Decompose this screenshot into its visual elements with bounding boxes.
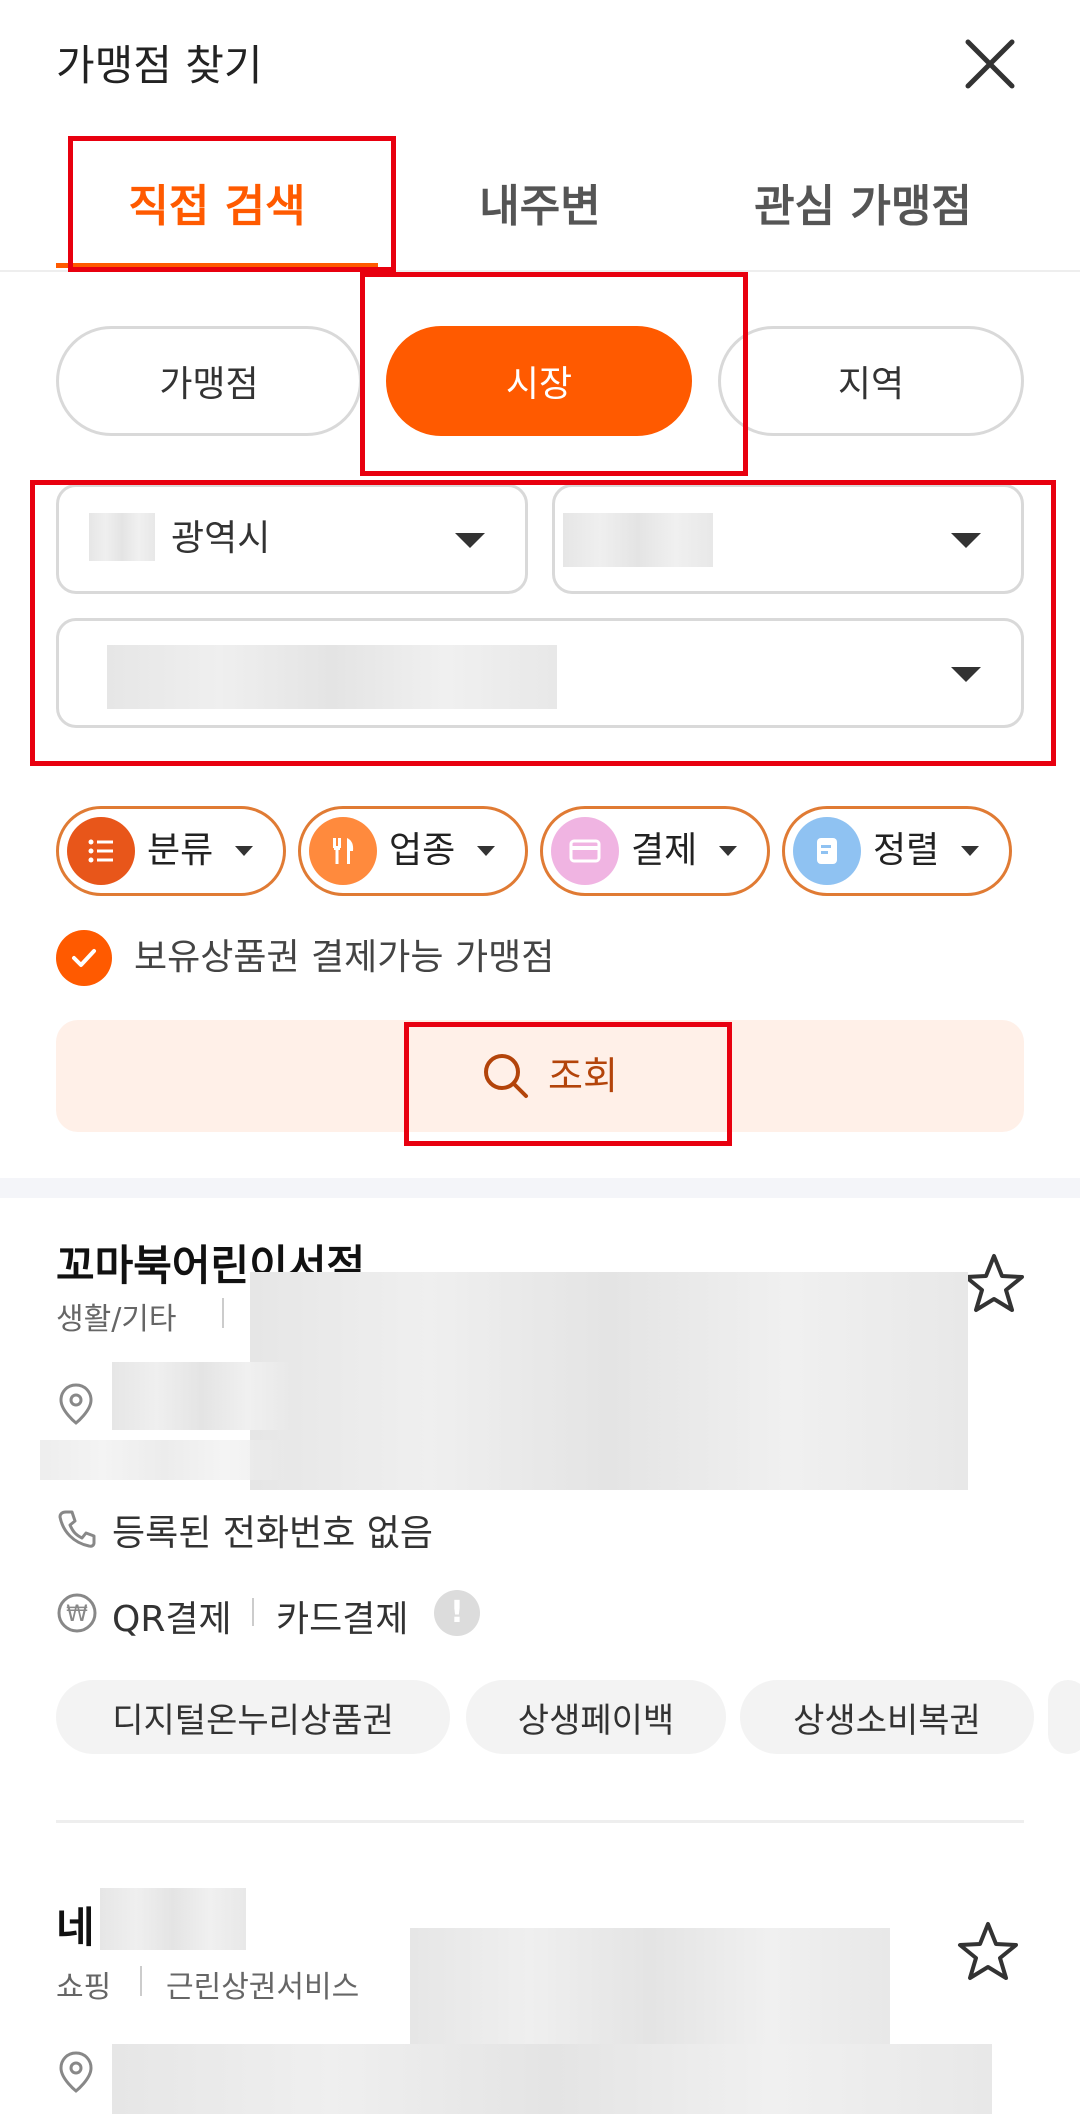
voucher-tag: 상생소비복권 bbox=[740, 1680, 1034, 1754]
list-icon bbox=[67, 817, 135, 885]
chevron-down-icon bbox=[477, 846, 495, 856]
card-icon bbox=[551, 817, 619, 885]
location-pin-icon bbox=[56, 2050, 96, 2094]
store-name[interactable]: 네 bbox=[56, 1894, 95, 1955]
category-divider bbox=[140, 1966, 142, 1996]
store-category: 쇼핑 bbox=[56, 1970, 112, 2005]
filter-business-type-label: 업종 bbox=[389, 830, 456, 871]
redacted-block bbox=[112, 1362, 292, 1430]
document-icon bbox=[793, 817, 861, 885]
location-pin-icon bbox=[56, 1382, 96, 1426]
filter-category[interactable]: 분류 bbox=[56, 806, 286, 896]
voucher-tag-overflow bbox=[1048, 1680, 1080, 1754]
star-icon[interactable] bbox=[962, 1252, 1026, 1316]
segment-merchant[interactable]: 가맹점 bbox=[56, 326, 362, 436]
highlight-box-tab bbox=[68, 136, 396, 272]
voucher-tag: 상생페이백 bbox=[466, 1680, 726, 1754]
tab-nearby[interactable]: 내주변 bbox=[400, 170, 680, 234]
filter-payment[interactable]: 결제 bbox=[540, 806, 770, 896]
chevron-down-icon bbox=[719, 846, 737, 856]
section-divider bbox=[0, 1178, 1080, 1198]
voucher-checkbox[interactable] bbox=[56, 930, 112, 986]
payment-qr: QR결제 bbox=[112, 1599, 232, 1640]
info-icon[interactable]: ! bbox=[434, 1590, 480, 1636]
redacted-block bbox=[40, 1440, 290, 1480]
redacted-block bbox=[250, 1272, 968, 1490]
filter-sort[interactable]: 정렬 bbox=[782, 806, 1012, 896]
store-subcategory: 근린상권서비스 bbox=[166, 1970, 360, 2005]
segment-region-label: 지역 bbox=[837, 364, 905, 405]
phone-icon bbox=[56, 1508, 98, 1550]
highlight-box-search bbox=[404, 1022, 732, 1146]
voucher-tag: 디지털온누리상품권 bbox=[56, 1680, 450, 1754]
payment-divider bbox=[252, 1598, 254, 1626]
page-title: 가맹점 찾기 bbox=[56, 41, 263, 90]
chevron-down-icon bbox=[961, 846, 979, 856]
won-icon: ₩ bbox=[56, 1592, 98, 1634]
voucher-checkbox-label: 보유상품권 결제가능 가맹점 bbox=[134, 937, 555, 978]
fork-knife-icon bbox=[309, 817, 377, 885]
chevron-down-icon bbox=[235, 846, 253, 856]
close-icon[interactable] bbox=[962, 36, 1018, 92]
filter-sort-label: 정렬 bbox=[873, 830, 940, 871]
category-divider bbox=[222, 1298, 224, 1328]
highlight-box-selects bbox=[30, 480, 1056, 766]
svg-text:₩: ₩ bbox=[66, 1602, 88, 1627]
store-phone: 등록된 전화번호 없음 bbox=[112, 1513, 433, 1554]
payment-card: 카드결제 bbox=[276, 1599, 409, 1640]
filter-business-type[interactable]: 업종 bbox=[298, 806, 528, 896]
segment-merchant-label: 가맹점 bbox=[159, 364, 259, 405]
store-category: 생활/기타 bbox=[56, 1302, 177, 1337]
highlight-box-segment bbox=[360, 272, 748, 476]
redacted-block bbox=[100, 1888, 246, 1950]
star-icon[interactable] bbox=[956, 1920, 1020, 1984]
filter-payment-label: 결제 bbox=[631, 830, 698, 871]
filter-category-label: 분류 bbox=[147, 830, 214, 871]
tab-favorites[interactable]: 관심 가맹점 bbox=[700, 170, 1026, 234]
redacted-block bbox=[410, 1928, 890, 2058]
segment-region[interactable]: 지역 bbox=[718, 326, 1024, 436]
card-divider bbox=[56, 1820, 1024, 1823]
check-icon bbox=[72, 949, 96, 967]
redacted-block bbox=[112, 2044, 992, 2114]
